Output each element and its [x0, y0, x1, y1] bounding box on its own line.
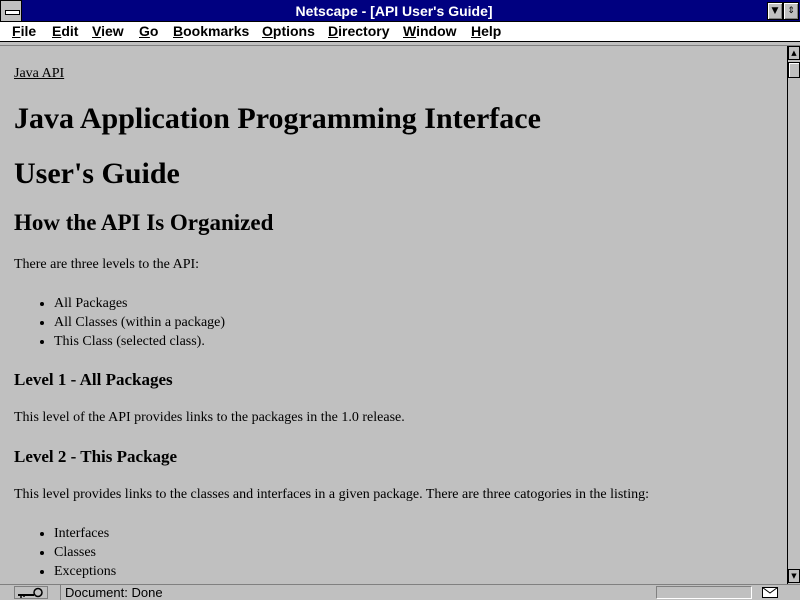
menu-window[interactable]: Window: [403, 22, 457, 41]
level2-text: This level provides links to the classes…: [14, 487, 649, 502]
window-title: Netscape - [API User's Guide]: [295, 3, 493, 19]
restore-icon: ⇕: [787, 6, 795, 16]
list-item: All Packages: [54, 294, 225, 313]
arrow-down-icon: ▼: [791, 572, 797, 580]
page-subtitle: User's Guide: [14, 157, 180, 190]
list-item: Classes: [54, 543, 116, 562]
breadcrumb: Java API: [14, 64, 64, 82]
arrow-up-icon: ▲: [791, 49, 797, 57]
list-item: All Classes (within a package): [54, 313, 225, 332]
security-key-icon[interactable]: [14, 586, 48, 599]
menu-help[interactable]: Help: [471, 22, 501, 41]
level1-text: This level of the API provides links to …: [14, 410, 405, 425]
page-title: Java Application Programming Interface: [14, 102, 541, 135]
system-menu-icon: [5, 10, 20, 15]
restore-button[interactable]: ⇕: [783, 2, 799, 20]
scroll-thumb[interactable]: [788, 62, 800, 78]
intro-text: There are three levels to the API:: [14, 257, 200, 272]
list-item: Interfaces: [54, 524, 116, 543]
menu-directory[interactable]: Directory: [328, 22, 389, 41]
scroll-up-button[interactable]: ▲: [788, 46, 800, 60]
scroll-down-button[interactable]: ▼: [788, 569, 800, 583]
section-heading: How the API Is Organized: [14, 210, 274, 235]
categories-list: Interfaces Classes Exceptions: [0, 524, 116, 581]
breadcrumb-link-java-api[interactable]: Java API: [14, 66, 64, 81]
menu-view[interactable]: View: [92, 22, 124, 41]
status-bar: Document: Done: [0, 584, 800, 600]
document-view: Java API Java Application Programming In…: [0, 46, 787, 584]
list-item: Exceptions: [54, 562, 116, 581]
levels-list: All Packages All Classes (within a packa…: [0, 294, 225, 351]
minimize-icon: ▼: [771, 6, 779, 16]
vertical-scrollbar[interactable]: ▲ ▼: [787, 46, 800, 584]
menu-file[interactable]: File: [12, 22, 36, 41]
status-text: Document: Done: [60, 585, 654, 600]
level2-heading: Level 2 - This Package: [14, 447, 178, 466]
menu-go[interactable]: Go: [139, 22, 158, 41]
menu-edit[interactable]: Edit: [52, 22, 78, 41]
level1-heading: Level 1 - All Packages: [14, 370, 173, 389]
progress-indicator: [656, 586, 752, 599]
list-item: This Class (selected class).: [54, 332, 225, 351]
minimize-button[interactable]: ▼: [767, 2, 783, 20]
menu-options[interactable]: Options: [262, 22, 315, 41]
menu-bookmarks[interactable]: Bookmarks: [173, 22, 249, 41]
system-menu-button[interactable]: [0, 0, 22, 22]
mail-icon[interactable]: [762, 587, 778, 598]
menu-bar: File Edit View Go Bookmarks Options Dire…: [0, 22, 800, 42]
title-bar: Netscape - [API User's Guide] ▼ ⇕: [0, 0, 800, 22]
